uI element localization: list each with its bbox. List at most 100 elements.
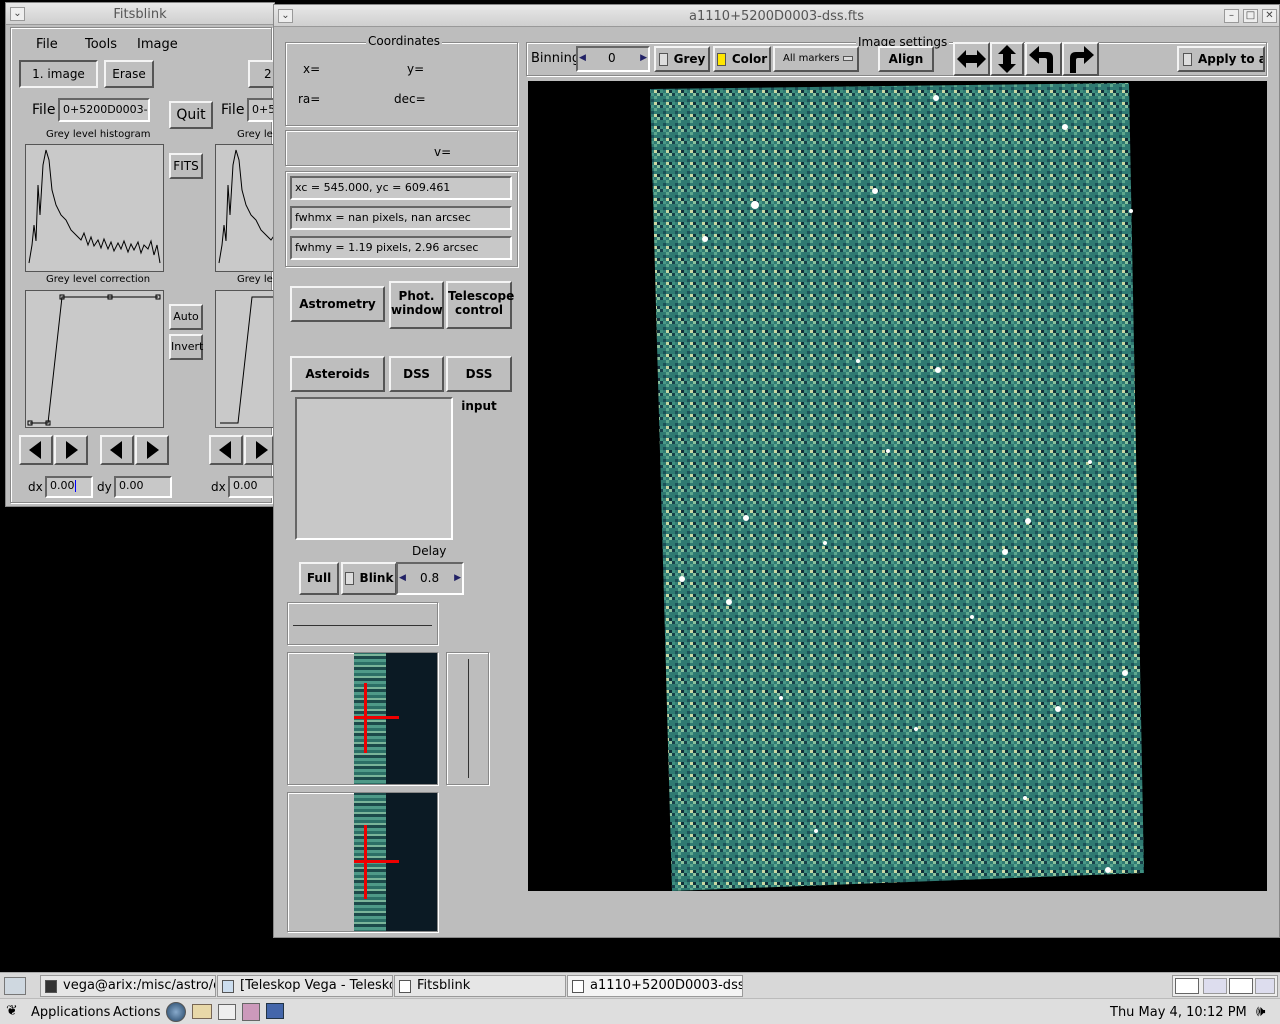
editor-launcher-icon[interactable] <box>218 1004 236 1020</box>
apply-to-all-checkbox[interactable] <box>1183 53 1192 66</box>
menu-tools[interactable]: Tools <box>85 37 117 52</box>
fitsblink-titlebar[interactable]: ⌄ Fitsblink <box>6 3 274 25</box>
next-arrow-button[interactable] <box>54 435 88 465</box>
quit-button[interactable]: Quit <box>169 101 213 129</box>
close-icon[interactable]: ✕ <box>1262 9 1277 23</box>
zoom-thumbnail-1 <box>287 652 438 785</box>
actions-menu[interactable]: Actions <box>113 1005 161 1020</box>
dss-button[interactable]: DSS <box>389 356 444 392</box>
task-teleskop[interactable]: [Teleskop Vega - Telesko <box>217 975 393 997</box>
fwhmy-field: fwhmy = 1.19 pixels, 2.96 arcsec <box>290 236 512 260</box>
binning-decrease-icon[interactable]: ◀ <box>579 53 586 63</box>
erase-button[interactable]: Erase <box>104 60 154 88</box>
binning-increase-icon[interactable]: ▶ <box>640 53 647 63</box>
value-frame <box>285 130 518 166</box>
browser-launcher-icon[interactable] <box>166 1002 186 1022</box>
next-arrow-button-3[interactable] <box>244 435 274 465</box>
window-icon <box>399 980 411 993</box>
zoom-dark-area-1 <box>386 653 437 784</box>
dx2-field[interactable]: 0.00 <box>228 476 278 498</box>
left-arrow-icon <box>110 441 122 459</box>
full-button[interactable]: Full <box>299 562 339 595</box>
invert-button[interactable]: Invert <box>169 334 203 360</box>
correction-plot <box>25 290 164 428</box>
color-checkbox[interactable] <box>716 53 726 66</box>
image-window-titlebar[interactable]: ⌄ a1110+5200D0003-dss.fts – □ ✕ <box>274 5 1279 27</box>
telescope-control-button[interactable]: Telescope control <box>446 281 514 329</box>
file-field[interactable]: 0+5200D0003-ds <box>58 98 150 122</box>
grey-toggle[interactable]: Grey <box>654 46 710 72</box>
apply-to-all-toggle[interactable]: Apply to al <box>1177 46 1265 72</box>
markers-dropdown[interactable]: All markers <box>773 46 859 72</box>
dy-field[interactable]: 0.00 <box>114 476 172 498</box>
window-icon <box>572 980 584 993</box>
correction2-curve <box>220 296 278 424</box>
auto-button[interactable]: Auto <box>169 304 203 330</box>
taskbar: vega@arix:/misc/astro/da [Teleskop Vega … <box>0 972 1280 998</box>
dx-field[interactable]: 0.00 <box>45 476 93 498</box>
workspace-switcher[interactable] <box>1172 975 1278 997</box>
correction2-plot <box>215 290 278 428</box>
task-terminal-label: vega@arix:/misc/astro/da <box>63 978 216 993</box>
image-2-button[interactable]: 2 <box>248 60 276 88</box>
rotate-left-icon <box>1029 46 1053 73</box>
menu-image[interactable]: Image <box>137 37 178 52</box>
dec-label: dec= <box>394 92 426 106</box>
delay-increase-icon[interactable]: ▶ <box>454 573 461 583</box>
menu-file[interactable]: File <box>36 37 58 52</box>
task-image-window-label: a1110+5200D0003-dss.fts <box>590 978 742 993</box>
correction-curve <box>27 294 161 426</box>
screen-launcher-icon[interactable] <box>266 1003 284 1019</box>
astrometry-button[interactable]: Astrometry <box>290 286 385 322</box>
workspace-3[interactable] <box>1229 978 1253 994</box>
v-label: v= <box>434 145 452 159</box>
workspace-4[interactable] <box>1255 978 1275 994</box>
correction-label: Grey level correction <box>46 274 151 285</box>
volume-icon[interactable]: 🕪 <box>1256 1003 1265 1019</box>
rotate-right-button[interactable] <box>1062 42 1099 76</box>
workspace-2[interactable] <box>1203 978 1227 994</box>
maximize-icon[interactable]: □ <box>1243 9 1258 23</box>
mail-launcher-icon[interactable] <box>192 1004 212 1019</box>
image-1-button[interactable]: 1. image <box>19 60 98 88</box>
image-window: ⌄ a1110+5200D0003-dss.fts – □ ✕ Coordina… <box>273 4 1280 938</box>
image-canvas[interactable] <box>528 81 1267 891</box>
asteroids-button[interactable]: Asteroids <box>290 356 385 392</box>
rotate-left-button[interactable] <box>1025 42 1062 76</box>
y-label: y= <box>407 62 425 76</box>
blink-checkbox[interactable] <box>344 572 354 585</box>
gnome-foot-icon[interactable]: ❦ <box>6 1003 22 1019</box>
histogram2-curve <box>218 149 277 264</box>
prev-arrow-button[interactable] <box>19 435 53 465</box>
phot-window-button[interactable]: Phot. window <box>389 281 444 329</box>
minimize-icon[interactable]: – <box>1224 9 1239 23</box>
binning-spinner[interactable]: ◀ 0 ▶ <box>576 46 650 72</box>
task-image-window[interactable]: a1110+5200D0003-dss.fts <box>567 975 743 997</box>
task-fitsblink[interactable]: Fitsblink <box>394 975 566 997</box>
next-arrow-button-2[interactable] <box>135 435 169 465</box>
delay-spinner[interactable]: ◀ 0.8 ▶ <box>396 562 464 595</box>
grey-checkbox[interactable] <box>658 53 668 66</box>
blink-button[interactable]: Blink <box>341 562 397 595</box>
task-terminal[interactable]: vega@arix:/misc/astro/da <box>40 975 216 997</box>
fitsblink-window: ⌄ Fitsblink File Tools Image 1. image Er… <box>5 2 279 507</box>
show-desktop-icon[interactable] <box>4 977 26 995</box>
file-manager-launcher-icon[interactable] <box>242 1003 260 1021</box>
workspace-1[interactable] <box>1175 978 1199 994</box>
flip-vertical-button[interactable] <box>990 42 1024 76</box>
dss-input-button[interactable]: DSS input <box>446 356 512 413</box>
image-window-title: a1110+5200D0003-dss.fts <box>689 9 864 24</box>
delay-decrease-icon[interactable]: ◀ <box>399 573 406 583</box>
prev-arrow-button-2[interactable] <box>100 435 134 465</box>
clock[interactable]: Thu May 4, 10:12 PM <box>1110 1005 1247 1020</box>
applications-menu[interactable]: Applications <box>31 1005 110 1020</box>
align-button[interactable]: Align <box>878 46 934 72</box>
crosshair-horizontal-2 <box>354 860 399 863</box>
vertical-profile-frame <box>446 652 489 785</box>
color-toggle[interactable]: Color <box>713 46 771 72</box>
prev-arrow-button-3[interactable] <box>209 435 243 465</box>
fits-button[interactable]: FITS <box>169 153 203 179</box>
histogram2-plot <box>215 144 277 272</box>
flip-horizontal-button[interactable] <box>953 42 990 76</box>
blink-label: Blink <box>359 571 394 585</box>
